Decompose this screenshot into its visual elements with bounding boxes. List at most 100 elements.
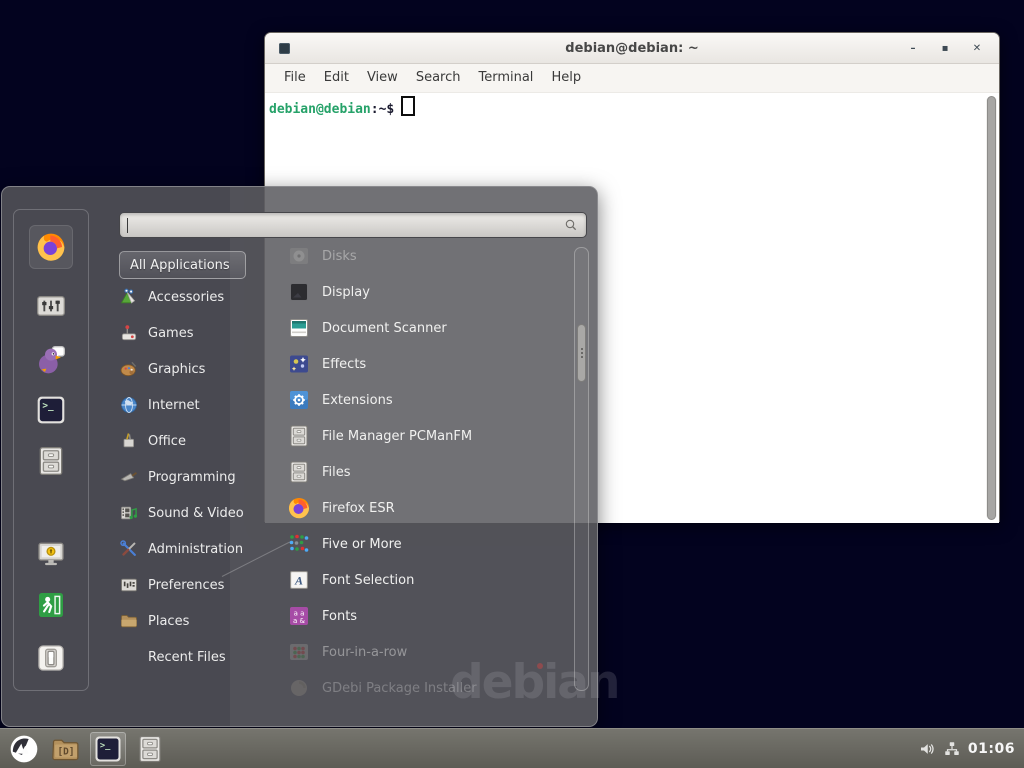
- app-disks[interactable]: Disks: [287, 238, 569, 274]
- sidebar-pidgin-button[interactable]: [29, 338, 73, 382]
- places-icon: [119, 611, 139, 631]
- sidebar-terminal-button[interactable]: >_: [29, 388, 73, 432]
- watermark-red-dot: [537, 663, 543, 669]
- category-games[interactable]: Games: [119, 315, 269, 351]
- file-cabinet-icon: [135, 734, 165, 764]
- terminal-scrollbar-thumb[interactable]: [987, 96, 996, 520]
- app-label: Files: [322, 465, 351, 480]
- search-caret: [127, 218, 128, 233]
- prompt-path: :~$: [371, 102, 394, 117]
- firefox-icon: [35, 231, 67, 263]
- app-label: Extensions: [322, 393, 393, 408]
- effects-icon: [287, 352, 311, 376]
- svg-text:>_: >_: [42, 401, 54, 412]
- app-display[interactable]: Display: [287, 274, 569, 310]
- file-cabinet-icon: [287, 424, 311, 448]
- app-document-scanner[interactable]: Document Scanner: [287, 310, 569, 346]
- app-label: Fonts: [322, 609, 357, 624]
- category-label: Internet: [148, 398, 200, 413]
- app-font-selection[interactable]: AFont Selection: [287, 562, 569, 598]
- taskbar-file-manager-desktop-button[interactable]: [D]: [48, 732, 84, 766]
- category-programming[interactable]: Programming: [119, 459, 269, 495]
- sidebar-settings-mixer-button[interactable]: [29, 284, 73, 328]
- terminal-menubar: FileEditViewSearchTerminalHelp: [265, 64, 999, 93]
- category-label: Administration: [148, 542, 243, 557]
- taskbar-clock[interactable]: 01:06: [968, 741, 1015, 757]
- category-label: Graphics: [148, 362, 205, 377]
- taskbar-terminal-button[interactable]: >_: [90, 732, 126, 766]
- file-cabinet-icon: [287, 460, 311, 484]
- terminal-scrollbar[interactable]: [986, 96, 997, 520]
- category-label: Recent Files: [148, 650, 226, 665]
- tray-volume-button[interactable]: [918, 740, 936, 758]
- app-effects[interactable]: Effects: [287, 346, 569, 382]
- category-places[interactable]: Places: [119, 603, 269, 639]
- category-sound-video[interactable]: Sound & Video: [119, 495, 269, 531]
- tray-network-button[interactable]: [943, 740, 961, 758]
- category-preferences[interactable]: Preferences: [119, 567, 269, 603]
- app-file-manager-pcmanfm[interactable]: File Manager PCManFM: [287, 418, 569, 454]
- category-administration[interactable]: Administration: [119, 531, 269, 567]
- search-icon: [563, 217, 579, 233]
- terminal-menu-edit[interactable]: Edit: [315, 64, 358, 92]
- app-fonts[interactable]: a aa &Fonts: [287, 598, 569, 634]
- graphics-icon: [119, 359, 139, 379]
- menu-scrollbar[interactable]: [574, 247, 589, 691]
- terminal-menu-view[interactable]: View: [358, 64, 407, 92]
- app-label: Document Scanner: [322, 321, 447, 336]
- scrollbar-grip: [581, 352, 583, 354]
- app-label: File Manager PCManFM: [322, 429, 472, 444]
- terminal-menu-terminal[interactable]: Terminal: [469, 64, 542, 92]
- terminal-cursor: [401, 96, 415, 116]
- prompt-user-host: debian@debian: [269, 102, 371, 117]
- office-icon: [119, 431, 139, 451]
- maximize-button[interactable]: ▪: [929, 43, 961, 54]
- category-accessories[interactable]: Accessories: [119, 279, 269, 315]
- sidebar-lock-screen-button[interactable]: [29, 532, 73, 576]
- menu-scrollbar-thumb[interactable]: [577, 324, 586, 382]
- firefox-icon: [287, 496, 311, 520]
- terminal-menu-help[interactable]: Help: [542, 64, 590, 92]
- category-recent-files[interactable]: Recent Files: [119, 639, 269, 675]
- taskbar-app-menu-button[interactable]: [6, 732, 42, 766]
- app-five-or-more[interactable]: Five or More: [287, 526, 569, 562]
- app-label: Display: [322, 285, 370, 300]
- menu-logo-icon: [8, 733, 40, 765]
- desktop[interactable]: { "terminal": { "title": "debian@debian:…: [0, 0, 1024, 768]
- search-box[interactable]: [119, 212, 587, 238]
- terminal-titlebar[interactable]: debian@debian: ~ – ▪ ✕: [265, 33, 999, 64]
- taskbar: [D] >_ 01:06: [0, 728, 1024, 768]
- category-internet[interactable]: Internet: [119, 387, 269, 423]
- app-label: Font Selection: [322, 573, 414, 588]
- category-office[interactable]: Office: [119, 423, 269, 459]
- document-scanner-icon: [287, 316, 311, 340]
- watermark-text: debian: [450, 655, 618, 710]
- sidebar-shutdown-button[interactable]: [29, 636, 73, 680]
- app-extensions[interactable]: Extensions: [287, 382, 569, 418]
- terminal-icon: >_: [93, 734, 123, 764]
- debian-watermark: debian: [450, 655, 618, 710]
- sidebar-file-manager-button[interactable]: [29, 439, 73, 483]
- app-files[interactable]: Files: [287, 454, 569, 490]
- app-firefox-esr[interactable]: Firefox ESR: [287, 490, 569, 526]
- sound-video-icon: [119, 503, 139, 523]
- app-label: Effects: [322, 357, 366, 372]
- svg-text:[D]: [D]: [58, 746, 75, 757]
- search-input[interactable]: [135, 218, 563, 233]
- application-menu: >_ All Applications AccessoriesGames Grap…: [1, 186, 598, 727]
- accessories-icon: [119, 287, 139, 307]
- minimize-button[interactable]: –: [897, 43, 929, 54]
- terminal-menu-file[interactable]: File: [275, 64, 315, 92]
- mixer-icon: [35, 290, 67, 322]
- category-graphics[interactable]: Graphics: [119, 351, 269, 387]
- administration-icon: [119, 539, 139, 559]
- sidebar-firefox-button[interactable]: [29, 225, 73, 269]
- all-applications-button[interactable]: All Applications: [119, 251, 246, 279]
- terminal-menu-search[interactable]: Search: [407, 64, 470, 92]
- sidebar-logout-button[interactable]: [29, 583, 73, 627]
- taskbar-files-button[interactable]: [132, 732, 168, 766]
- volume-icon: [918, 740, 936, 758]
- close-button[interactable]: ✕: [961, 43, 993, 54]
- app-label: Four-in-a-row: [322, 645, 407, 660]
- lock-screen-icon: [35, 538, 67, 570]
